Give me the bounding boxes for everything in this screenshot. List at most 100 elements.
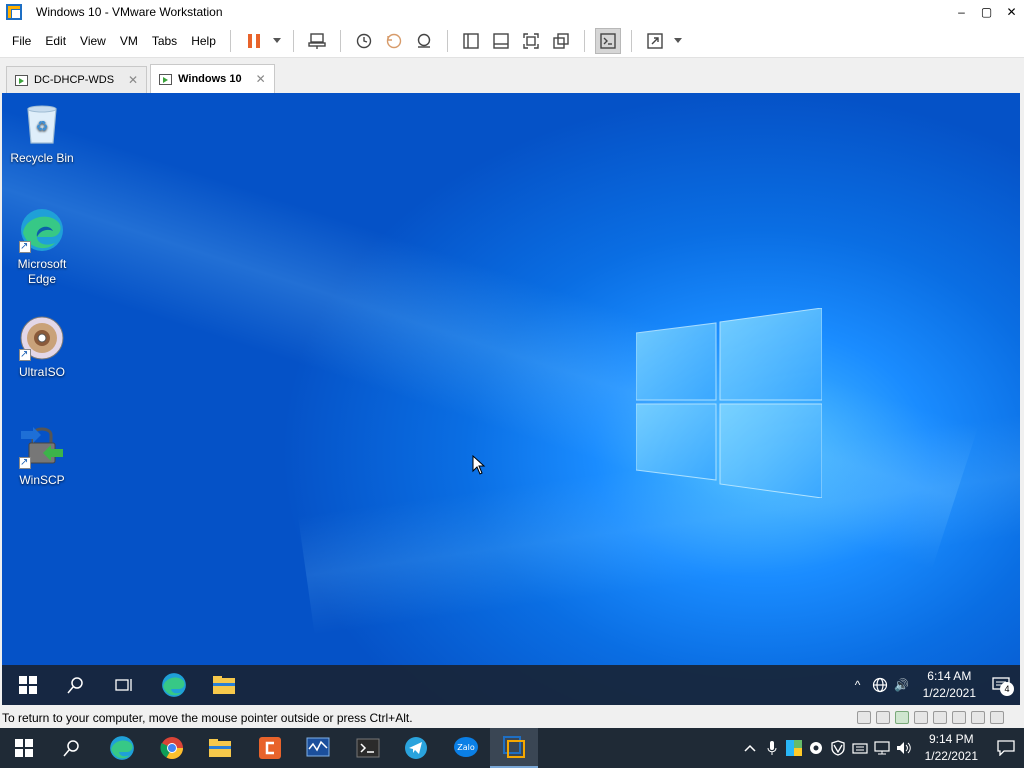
- toolbar-separator: [583, 29, 585, 52]
- guest-taskbar-edge[interactable]: [150, 665, 198, 705]
- hard-disk-status-icon[interactable]: [857, 711, 871, 724]
- volume-speaker-icon[interactable]: 🔊: [891, 678, 913, 692]
- edge-browser-icon: [110, 736, 134, 760]
- telegram-icon: [405, 737, 427, 759]
- usb-status-icon[interactable]: [914, 711, 928, 724]
- menu-tabs[interactable]: Tabs: [146, 34, 183, 48]
- host-taskbar-terminal[interactable]: [344, 728, 392, 768]
- snapshot-manager-button[interactable]: [411, 28, 437, 54]
- host-taskbar-telegram[interactable]: [392, 728, 440, 768]
- host-start-button[interactable]: [0, 728, 48, 768]
- tab-windows-10[interactable]: Windows 10 ✕: [150, 64, 275, 93]
- recycle-bin-icon: ♻: [27, 105, 57, 144]
- desktop-icon-winscp[interactable]: WinSCP: [2, 423, 82, 488]
- full-screen-button[interactable]: [518, 28, 544, 54]
- message-log-icon[interactable]: [990, 711, 1004, 724]
- host-taskbar-edge[interactable]: [98, 728, 146, 768]
- vmware-app-icon: [503, 736, 525, 758]
- tab-label: Windows 10: [178, 73, 242, 85]
- guest-task-view-button[interactable]: [100, 665, 148, 705]
- toolbar-separator: [339, 29, 341, 52]
- menu-help[interactable]: Help: [185, 34, 222, 48]
- vm-tab-bar: DC-DHCP-WDS ✕ Windows 10 ✕: [0, 58, 1024, 93]
- volume-speaker-icon[interactable]: [893, 728, 915, 768]
- maximize-button[interactable]: ▢: [974, 0, 999, 24]
- cd-dvd-status-icon[interactable]: [876, 711, 890, 724]
- stretch-guest-button[interactable]: [642, 28, 668, 54]
- guest-search-button[interactable]: [52, 665, 100, 705]
- network-computer-icon: [308, 32, 326, 49]
- power-dropdown-caret[interactable]: [272, 38, 281, 43]
- guest-taskbar: ^ 🔊 6:14 AM 1/22/2021 4: [2, 665, 1020, 705]
- menu-edit[interactable]: Edit: [39, 34, 72, 48]
- zalo-label: Zalo: [457, 743, 475, 752]
- host-date: 1/22/2021: [924, 749, 978, 763]
- host-action-center-button[interactable]: [988, 728, 1024, 768]
- host-taskbar-chrome[interactable]: [148, 728, 196, 768]
- desktop-icon-ultraiso[interactable]: UltraISO: [2, 315, 82, 380]
- host-taskbar-vmware[interactable]: [490, 728, 538, 768]
- revert-snapshot-button[interactable]: [381, 28, 407, 54]
- action-center-button[interactable]: 4: [986, 665, 1016, 705]
- host-system-tray: 9:14 PM 1/22/2021: [739, 728, 1024, 768]
- search-icon: [63, 740, 79, 757]
- menu-file[interactable]: File: [6, 34, 37, 48]
- send-ctrl-alt-del-button[interactable]: [304, 28, 330, 54]
- tab-label: DC-DHCP-WDS: [34, 74, 115, 86]
- menu-vm[interactable]: VM: [114, 34, 144, 48]
- host-clock[interactable]: 9:14 PM 1/22/2021: [915, 731, 988, 765]
- color-grid-app-icon[interactable]: [783, 728, 805, 768]
- vmware-status-bar: To return to your computer, move the mou…: [0, 708, 1024, 728]
- printer-status-icon[interactable]: [952, 711, 966, 724]
- mouse-pointer-icon: [472, 455, 486, 475]
- revert-snapshot-icon: [386, 33, 402, 48]
- vm-running-icon: [15, 74, 28, 86]
- show-library-button[interactable]: [458, 28, 484, 54]
- tab-close-button[interactable]: ✕: [256, 72, 266, 86]
- unity-button[interactable]: [548, 28, 574, 54]
- snapshot-button[interactable]: [351, 28, 377, 54]
- sound-card-status-icon[interactable]: [933, 711, 947, 724]
- vpn-shield-icon[interactable]: [827, 728, 849, 768]
- host-taskbar-file-explorer[interactable]: [196, 728, 244, 768]
- notification-count-badge: 4: [1000, 682, 1014, 696]
- tab-close-button[interactable]: ✕: [128, 73, 138, 87]
- library-panel-icon: [463, 32, 479, 49]
- host-taskbar-zalo[interactable]: Zalo: [442, 728, 490, 768]
- menu-view[interactable]: View: [74, 34, 112, 48]
- vm-guest-display[interactable]: ♻ Recycle Bin Microsoft Edge UltraISO: [2, 93, 1020, 705]
- show-hidden-icons-chevron-icon[interactable]: [739, 728, 761, 768]
- close-button[interactable]: ✕: [999, 0, 1024, 24]
- guest-clock[interactable]: 6:14 AM 1/22/2021: [913, 668, 986, 702]
- pause-button[interactable]: [241, 28, 267, 54]
- minimize-button[interactable]: –: [949, 0, 974, 24]
- desktop-icon-microsoft-edge[interactable]: Microsoft Edge: [2, 207, 82, 287]
- tab-dc-dhcp-wds[interactable]: DC-DHCP-WDS ✕: [6, 66, 148, 93]
- window-title-bar: Windows 10 - VMware Workstation – ▢ ✕: [0, 0, 1024, 24]
- status-message: To return to your computer, move the mou…: [2, 711, 413, 725]
- stretch-dropdown-caret[interactable]: [673, 38, 682, 43]
- guest-taskbar-file-explorer[interactable]: [200, 665, 248, 705]
- shortcut-arrow-icon: [19, 239, 31, 254]
- stretch-expand-icon: [647, 32, 663, 49]
- desktop-icon-recycle-bin[interactable]: ♻ Recycle Bin: [2, 101, 82, 166]
- show-hidden-icons-chevron-icon[interactable]: ^: [847, 678, 869, 692]
- keyboard-language-icon[interactable]: [849, 728, 871, 768]
- settings-gear-icon[interactable]: [805, 728, 827, 768]
- network-monitor-icon[interactable]: [871, 728, 893, 768]
- microphone-icon[interactable]: [761, 728, 783, 768]
- host-search-button[interactable]: [48, 728, 96, 768]
- show-thumbnail-bar-button[interactable]: [488, 28, 514, 54]
- network-adapter-status-icon[interactable]: [895, 711, 909, 724]
- host-taskbar-camtasia[interactable]: [246, 728, 294, 768]
- toolbar-separator: [630, 29, 632, 52]
- display-status-icon[interactable]: [971, 711, 985, 724]
- guest-start-button[interactable]: [4, 665, 52, 705]
- window-title: Windows 10 - VMware Workstation: [36, 5, 223, 19]
- network-globe-icon[interactable]: [869, 677, 891, 693]
- windows-start-icon: [19, 676, 37, 694]
- vmware-app-icon[interactable]: [6, 4, 22, 20]
- host-taskbar-monitor-app[interactable]: [294, 728, 342, 768]
- console-view-button[interactable]: [594, 27, 621, 54]
- notification-icon: [997, 740, 1015, 756]
